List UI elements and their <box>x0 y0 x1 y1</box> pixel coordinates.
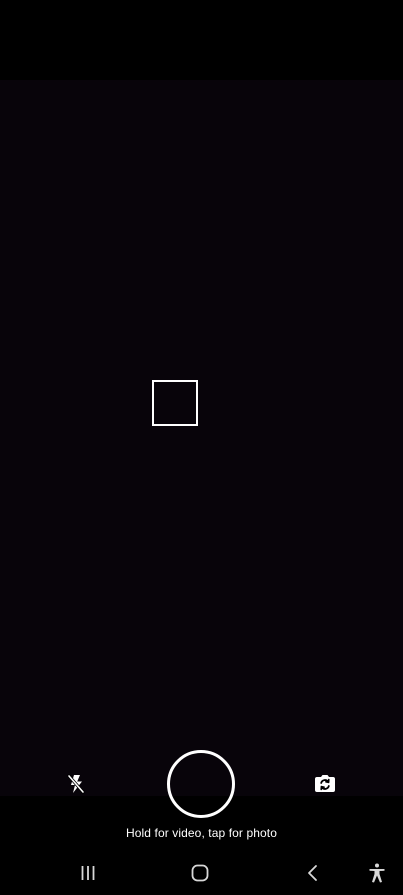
camera-viewfinder[interactable] <box>0 80 403 796</box>
home-icon <box>191 864 209 882</box>
recents-button[interactable] <box>73 858 103 888</box>
top-bar <box>0 0 403 80</box>
flash-off-icon <box>67 774 85 794</box>
shutter-button[interactable] <box>167 750 235 818</box>
accessibility-button[interactable] <box>362 858 392 888</box>
camera-switch-icon <box>315 775 335 792</box>
home-button[interactable] <box>185 858 215 888</box>
system-navigation-bar <box>0 850 403 895</box>
focus-square-icon <box>152 380 198 426</box>
capture-hint-text: Hold for video, tap for photo <box>126 826 277 840</box>
accessibility-icon <box>369 863 385 883</box>
camera-screen: Hold for video, tap for photo <box>0 0 403 895</box>
back-icon <box>308 865 317 881</box>
recents-icon <box>81 866 95 880</box>
back-button[interactable] <box>298 858 328 888</box>
flash-toggle-button[interactable] <box>61 769 91 799</box>
switch-camera-button[interactable] <box>310 769 340 799</box>
